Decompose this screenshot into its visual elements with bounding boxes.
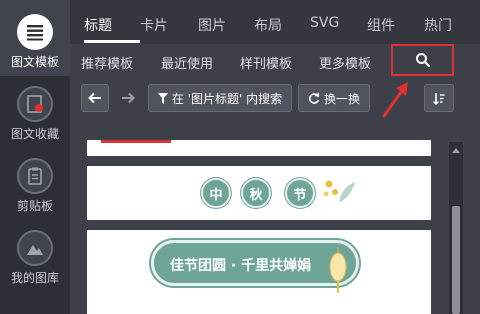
scroll-up-icon[interactable] (452, 148, 460, 153)
subtab-recent[interactable]: 最近使用 (161, 53, 213, 72)
tab-popular[interactable]: 热门 (424, 15, 452, 35)
lantern-icon (329, 247, 347, 293)
sort-icon (433, 92, 445, 105)
tab-svg[interactable]: SVG (310, 15, 339, 31)
shuffle-label: 换一换 (323, 91, 360, 106)
scrollbar[interactable] (449, 142, 463, 314)
sidebar-item-label: 图文模板 (10, 55, 59, 69)
gallery-icon (17, 230, 53, 266)
sort-button[interactable] (424, 84, 454, 112)
arrow-left-icon (88, 92, 101, 104)
clipboard-icon (17, 158, 53, 194)
template-icon (17, 14, 53, 50)
next-button[interactable] (114, 84, 142, 112)
tab-layout[interactable]: 布局 (254, 15, 282, 35)
prev-button[interactable] (81, 84, 109, 112)
template-preview-line (101, 140, 171, 143)
tab-card[interactable]: 卡片 (140, 15, 168, 35)
sidebar-item-label: 图文收藏 (10, 127, 59, 141)
filter-search-button[interactable]: 在 '图片标题' 内搜索 (148, 84, 292, 112)
title-char-bubble: 节 (285, 178, 315, 208)
search-icon (415, 53, 430, 68)
template-card[interactable]: 佳节团圆 · 千里共婵娟 (87, 230, 431, 314)
shuffle-button[interactable]: 换一换 (298, 84, 370, 112)
subtab-more[interactable]: 更多模板 (319, 53, 371, 72)
search-button[interactable] (391, 44, 454, 76)
template-card[interactable]: 中 秋 节 (87, 166, 431, 220)
arrow-right-icon (122, 92, 135, 104)
subtab-recommended[interactable]: 推荐模板 (81, 53, 133, 72)
tab-components[interactable]: 组件 (367, 15, 395, 35)
active-tab-indicator (84, 40, 140, 43)
sidebar-item-label: 我的图库 (10, 271, 59, 285)
title-char-bubble: 秋 (241, 178, 271, 208)
template-card[interactable] (87, 140, 431, 156)
scroll-thumb[interactable] (452, 206, 460, 314)
sidebar-item-label: 剪贴板 (16, 199, 53, 213)
collection-icon (17, 86, 53, 122)
sidebar-item-templates[interactable]: 图文模板 (0, 0, 70, 76)
filter-label: 在 '图片标题' 内搜索 (171, 91, 283, 106)
top-tab-bar: 标题 卡片 图片 布局 SVG 组件 热门 (70, 0, 480, 44)
osmanthus-leaf-icon (323, 180, 355, 202)
annotation-arrow-icon (382, 82, 408, 118)
sidebar-item-collection[interactable]: 图文收藏 (0, 86, 70, 142)
sidebar-item-gallery[interactable]: 我的图库 (0, 230, 70, 286)
tab-image[interactable]: 图片 (198, 15, 226, 35)
left-sidebar: 图文模板 图文收藏 剪贴板 我的图库 (0, 0, 70, 314)
filter-icon (157, 92, 168, 104)
refresh-icon (308, 92, 320, 104)
template-list: 中 秋 节 佳节团圆 · 千里共婵娟 (81, 120, 447, 314)
sidebar-item-clipboard[interactable]: 剪贴板 (0, 158, 70, 214)
tab-title[interactable]: 标题 (84, 15, 112, 35)
pill-text: 佳节团圆 · 千里共婵娟 (170, 258, 312, 274)
title-pill: 佳节团圆 · 千里共婵娟 (151, 240, 359, 293)
title-char-bubble: 中 (201, 178, 231, 208)
subtab-sample[interactable]: 样刊模板 (240, 53, 292, 72)
